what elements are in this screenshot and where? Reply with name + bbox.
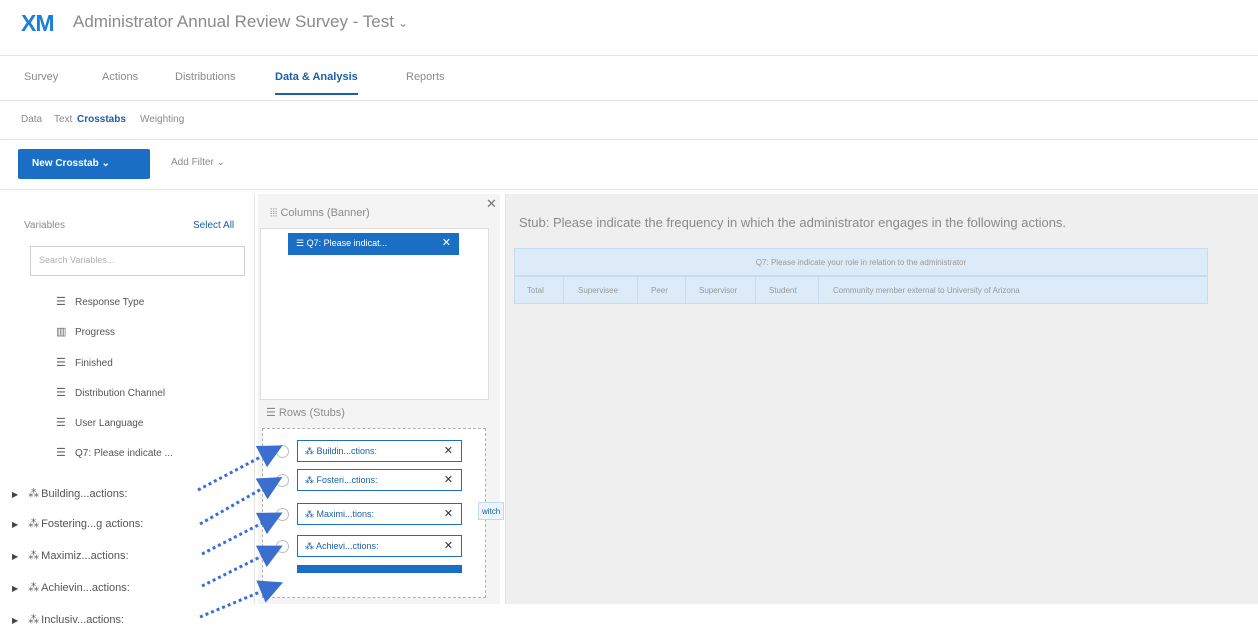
drag-arrows-annotation [197,445,284,619]
drag-arrow [199,477,283,526]
drag-arrow [197,445,283,492]
drag-arrow [201,545,283,588]
drag-arrow [201,512,283,556]
drag-arrow [199,580,284,619]
